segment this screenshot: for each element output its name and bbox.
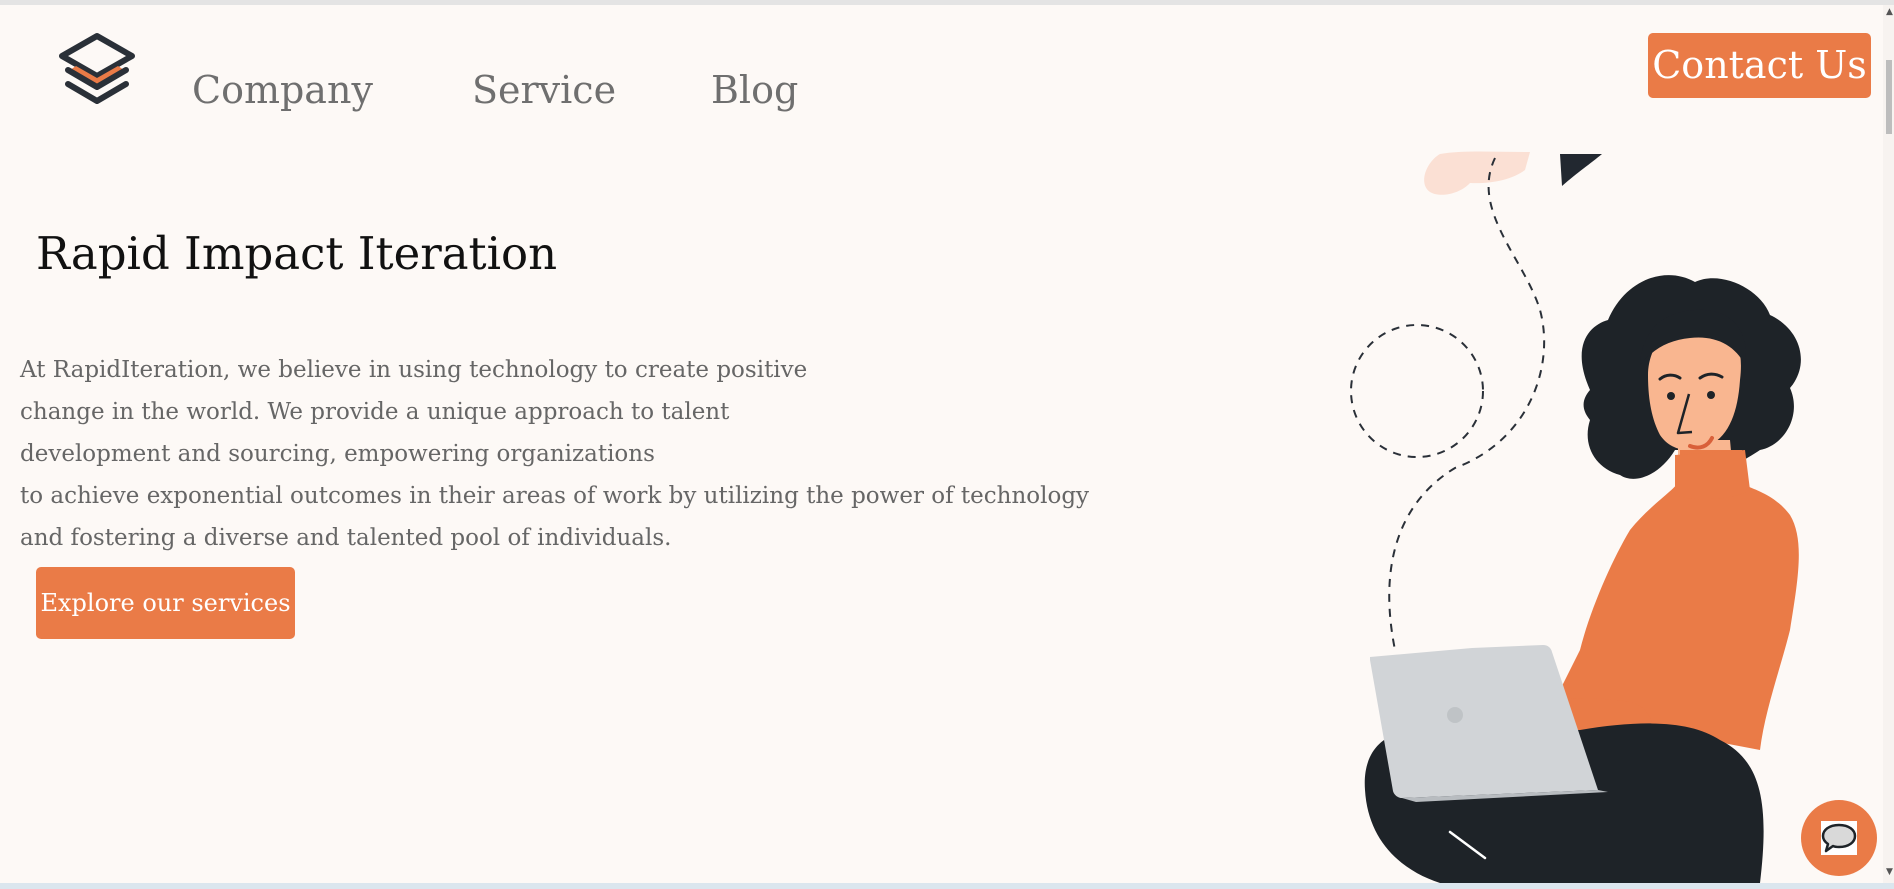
hero-description-line: and fostering a diverse and talented poo… — [20, 525, 672, 551]
scroll-up-arrow-icon[interactable]: ▲ — [1886, 8, 1893, 17]
contact-us-button[interactable]: Contact Us — [1648, 33, 1871, 98]
hero-description-line: change in the world. We provide a unique… — [20, 399, 730, 425]
hero-description-line: At RapidIteration, we believe in using t… — [20, 357, 808, 383]
layers-logo-icon[interactable] — [56, 30, 138, 110]
hero-description-line: development and sourcing, empowering org… — [20, 441, 655, 467]
hero-title: Rapid Impact Iteration — [36, 227, 558, 280]
chat-bubble-button[interactable] — [1801, 800, 1877, 876]
landing-page: Company Service Blog Contact Us Rapid Im… — [0, 0, 1894, 889]
nav-company[interactable]: Company — [192, 69, 373, 112]
chat-bubble-icon — [1821, 821, 1857, 855]
nav-service[interactable]: Service — [472, 69, 616, 112]
scroll-thumb[interactable] — [1886, 60, 1892, 134]
woman-with-laptop-illustration — [1350, 151, 1801, 883]
hero-description: At RapidIteration, we believe in using t… — [20, 349, 1120, 559]
nav-blog[interactable]: Blog — [711, 69, 798, 112]
bottom-border — [0, 883, 1894, 889]
scroll-down-arrow-icon[interactable]: ▼ — [1886, 868, 1893, 877]
explore-services-button[interactable]: Explore our services — [36, 567, 295, 639]
top-border — [0, 0, 1894, 5]
page-scrollbar[interactable] — [1883, 5, 1894, 883]
hero-description-line: to achieve exponential outcomes in their… — [20, 483, 1090, 509]
